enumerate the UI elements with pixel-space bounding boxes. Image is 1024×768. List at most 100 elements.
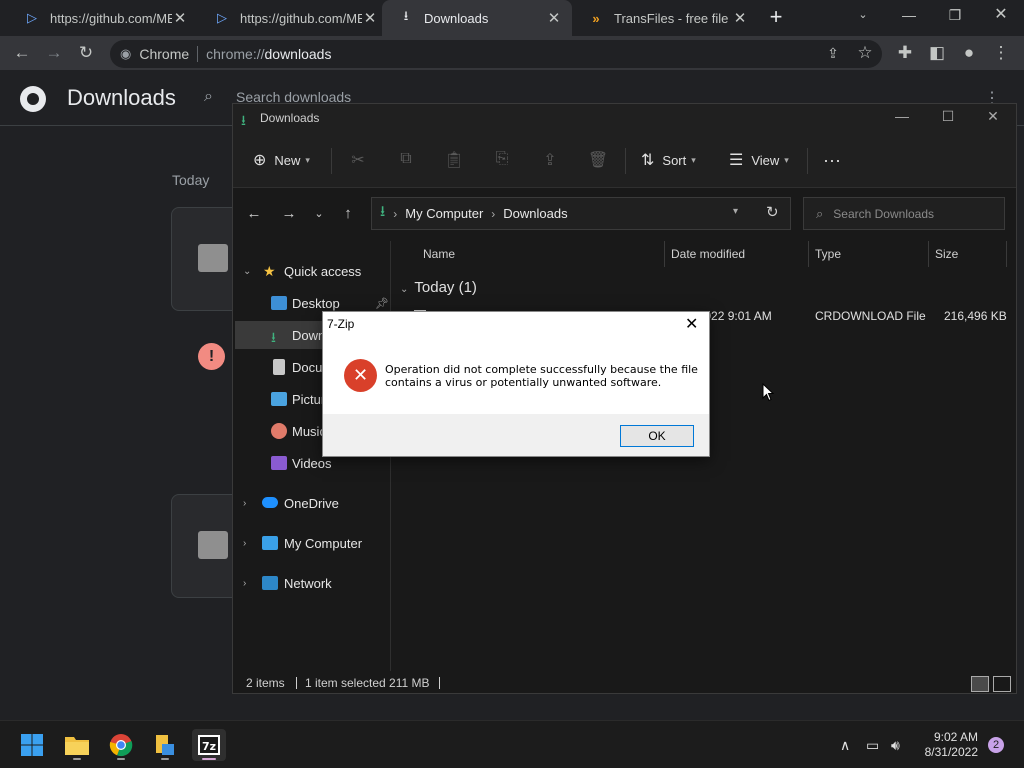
group-header-today[interactable]: ⌄ Today (1) [400,279,477,296]
tiles-view-icon[interactable] [993,676,1011,692]
column-divider[interactable] [1006,241,1007,267]
close-icon[interactable]: ✕ [732,9,748,27]
column-header-type[interactable]: Type [815,247,841,261]
dialog-message: Operation did not complete successfully … [385,363,698,389]
tab-search-icon[interactable]: ⌄ [840,0,886,32]
close-icon[interactable]: ✕ [172,9,188,27]
paste-icon[interactable]: 📋︎ [443,150,465,170]
tab-title: Downloads [424,10,489,26]
close-window-button[interactable]: ✕ [978,108,1008,125]
column-divider[interactable] [928,241,929,267]
share-icon[interactable]: ⇪ [820,40,846,66]
breadcrumb-my-computer[interactable]: My Computer [405,206,483,221]
7zip-icon: 7z [198,735,220,755]
minimize-button[interactable]: — [886,0,932,32]
chrome-toolbar: ← → ↻ ◉ Chrome chrome://downloads ⇪ ☆ ✚ … [0,36,1024,70]
column-header-date[interactable]: Date modified [671,247,745,261]
download-icon: ⭳ [241,112,246,128]
delete-icon[interactable]: 🗑︎ [587,150,609,170]
back-button[interactable]: ← [244,205,264,222]
up-button[interactable]: ↑ [338,205,358,222]
tab-github-2[interactable]: ▷ https://github.com/ME ✕ [198,0,388,36]
close-icon[interactable]: ✕ [685,314,698,334]
search-input[interactable]: ⌕ Search Downloads [803,197,1005,230]
column-header-name[interactable]: Name [423,247,455,261]
pin-icon: 📌︎ [375,297,389,310]
forward-button[interactable]: → [279,205,299,222]
volume-icon[interactable]: 🔊︎ [891,737,900,754]
group-label: Today (1) [414,279,477,296]
taskbar-file-explorer[interactable] [60,729,94,761]
view-list-icon: ☰ [729,152,744,169]
maximize-button[interactable]: ☐ [933,108,963,125]
side-panel-icon[interactable]: ◧ [924,40,950,66]
status-bar: 2 items 1 item selected 211 MB [233,671,1016,693]
refresh-icon[interactable]: ↻ [766,203,779,221]
nav-item-network[interactable]: › Network [233,569,391,597]
archive-file-icon [198,531,228,559]
videos-icon [271,456,287,470]
more-options-button[interactable]: ··· [823,150,841,171]
network-status-icon[interactable]: ▭ [866,737,879,754]
nav-item-quick-access[interactable]: ⌄ ★ Quick access [233,257,391,285]
nav-label: OneDrive [284,495,339,511]
close-icon[interactable]: ✕ [546,9,562,27]
start-button[interactable] [15,729,49,761]
profile-icon[interactable]: ● [956,40,982,66]
ok-button[interactable]: OK [620,425,694,447]
nav-label: Music [292,423,326,439]
reload-button[interactable]: ↻ [73,40,99,66]
chevron-right-icon: › [243,537,247,549]
cut-icon[interactable]: ✂ [347,150,369,170]
share-icon[interactable]: ⇪ [539,150,561,170]
close-icon[interactable]: ✕ [362,9,378,27]
close-window-button[interactable]: ✕ [978,0,1024,32]
rename-icon[interactable]: ⎘ [491,150,513,170]
sort-button[interactable]: ⇅ Sort ▾ [641,150,696,170]
copy-icon[interactable]: ⧉ [395,150,417,170]
recent-locations-chevron-icon[interactable]: ⌄ [309,207,329,220]
tab-transfiles[interactable]: » TransFiles - free file sha ✕ [572,0,758,36]
download-icon: ⭳ [271,329,276,345]
bookmark-star-icon[interactable]: ☆ [852,40,878,66]
folder-icon [65,737,89,755]
search-icon: ⌕ [816,205,824,221]
minimize-button[interactable]: — [887,108,917,124]
tab-downloads[interactable]: ⭳ Downloads ✕ [382,0,572,36]
search-icon[interactable]: ⌕ [204,88,213,106]
extensions-icon[interactable]: ✚ [892,40,918,66]
error-dialog: 7-Zip ✕ ✕ Operation did not complete suc… [322,311,710,457]
menu-icon[interactable]: ⋮ [988,40,1014,66]
back-button[interactable]: ← [9,40,35,66]
chevron-down-icon: ▾ [784,154,789,165]
restore-button[interactable]: ❐ [932,0,978,32]
details-view-icon[interactable] [971,676,989,692]
column-header-size[interactable]: Size [935,247,958,261]
tab-github-1[interactable]: ▷ https://github.com/ME ✕ [8,0,198,36]
site-label: Chrome [139,46,190,62]
chrome-icon [109,734,133,757]
plus-circle-icon: ⊕ [253,152,267,169]
chevron-right-icon: › [243,577,247,589]
chevron-right-icon: › [243,497,247,509]
chevron-down-icon: ⌄ [243,265,252,277]
taskbar-chrome[interactable] [104,729,138,761]
nav-item-onedrive[interactable]: › OneDrive [233,489,391,517]
breadcrumb-downloads[interactable]: Downloads [503,206,567,221]
clock[interactable]: 9:02 AM 8/31/2022 [920,730,978,760]
notification-badge[interactable]: 2 [988,737,1004,753]
address-bar[interactable]: ◉ Chrome chrome://downloads [110,40,882,68]
column-divider[interactable] [808,241,809,267]
nav-item-my-computer[interactable]: › My Computer [233,529,391,557]
chevron-up-icon[interactable]: ∧ [840,737,850,754]
taskbar-file-manager[interactable] [148,729,182,761]
column-divider[interactable] [664,241,665,267]
new-button[interactable]: ⊕ New ▾ [253,150,310,170]
forward-button[interactable]: → [41,40,67,66]
chevron-down-icon[interactable]: ▾ [733,206,738,217]
address-bar[interactable]: ⭳ › My Computer › Downloads [371,197,791,230]
new-tab-button[interactable]: + [764,6,788,30]
taskbar-7zip[interactable]: 7z [192,729,226,761]
view-button[interactable]: ☰ View ▾ [729,150,789,170]
url-text: chrome://downloads [206,46,332,62]
